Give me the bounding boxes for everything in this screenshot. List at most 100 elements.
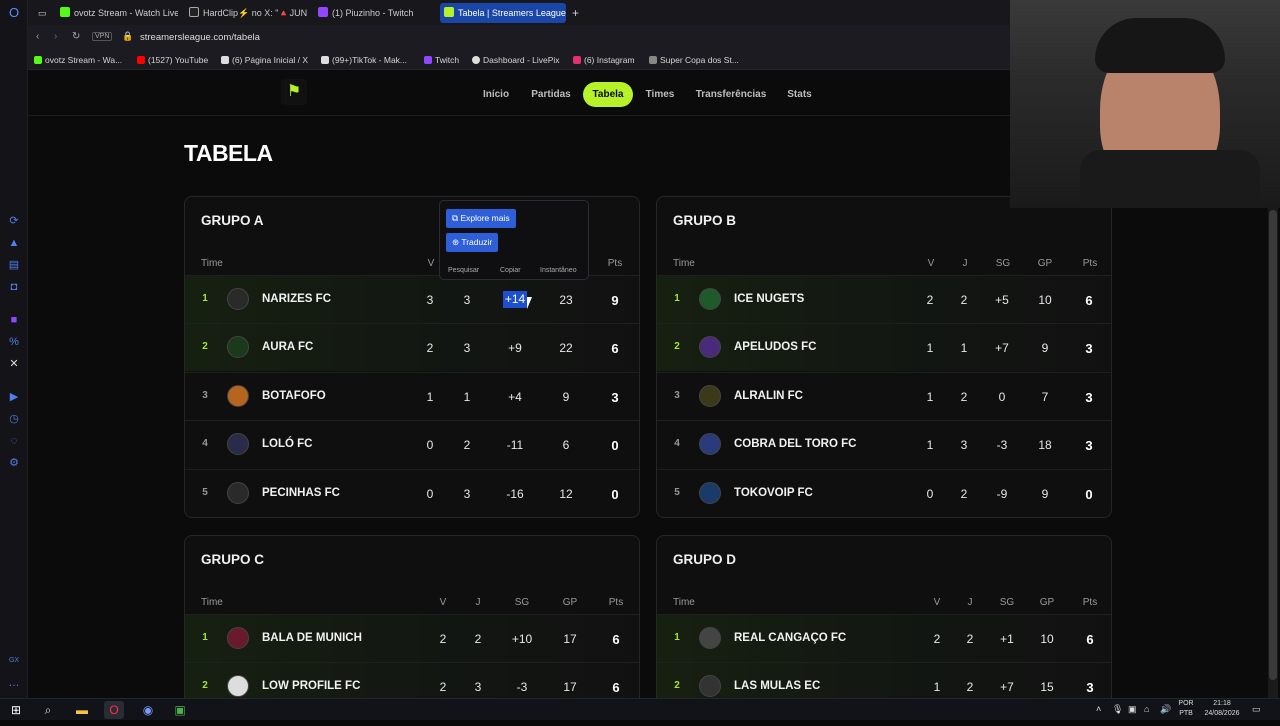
sync-icon[interactable]: ⟳ [7, 214, 21, 228]
vpn-badge[interactable]: VPN [92, 32, 113, 41]
table-row[interactable]: 2 AURA FC 2 3 +9 22 6 [185, 323, 639, 371]
bookmark-7[interactable]: Super Copa dos St... [649, 50, 739, 70]
nav-stats[interactable]: Stats [782, 82, 817, 107]
bookmark-2[interactable]: (6) Página Inicial / X [221, 50, 308, 70]
instagram-icon [573, 56, 581, 64]
col-v: V [439, 597, 447, 608]
bag-icon[interactable]: ▲ [7, 236, 21, 250]
header-divider [28, 115, 1010, 116]
twitch-icon[interactable]: ■ [7, 313, 21, 327]
clock[interactable]: 21:18 24/08/2026 [1200, 699, 1244, 721]
selection-popup: ⧉ Explore mais ⊛ Traduzir Pesquisar Copi… [439, 200, 589, 280]
row-pts: 6 [611, 341, 619, 356]
table-row[interactable]: 2 APELUDOS FC 1 1 +7 9 3 [657, 323, 1111, 371]
terminal-icon[interactable]: ▣ [170, 701, 190, 719]
row-pts: 3 [611, 390, 619, 405]
settings-icon[interactable]: ⚙ [7, 456, 21, 470]
row-pts: 3 [1085, 390, 1093, 405]
nav-transferencias[interactable]: Transferências [692, 82, 770, 107]
tab-3-active[interactable]: Tabela | Streamers League [440, 3, 566, 23]
shield-icon [649, 56, 657, 64]
table-row[interactable]: 5 TOKOVOIP FC 0 2 -9 9 0 [657, 469, 1111, 517]
x-logo-icon [221, 56, 229, 64]
nav-inicio[interactable]: Início [478, 82, 514, 107]
bookmark-3[interactable]: (99+)TikTok - Mak... [321, 50, 407, 70]
bookmark-5[interactable]: Dashboard - LivePix [472, 50, 560, 70]
table-row[interactable]: 1 BALA DE MUNICH 2 2 +10 17 6 [185, 614, 639, 662]
reload-icon[interactable]: ↻ [72, 31, 80, 42]
bookmark-0[interactable]: ovotz Stream - Wa... [34, 50, 122, 70]
table-row[interactable]: 2 LOW PROFILE FC 2 3 -3 17 6 [185, 662, 639, 698]
history-icon[interactable]: ◷ [7, 412, 21, 426]
table-row[interactable]: 5 PECINHAS FC 0 3 -16 12 0 [185, 469, 639, 517]
more-icon[interactable]: … [7, 676, 21, 690]
windows-start-icon[interactable]: ⊞ [6, 701, 26, 719]
clock-date: 24/08/2026 [1204, 710, 1240, 717]
file-explorer-icon[interactable]: ▬ [72, 701, 92, 719]
table-row[interactable]: 3 BOTAFOFO 1 1 +4 9 3 [185, 372, 639, 420]
explore-more-button[interactable]: ⧉ Explore mais [446, 209, 516, 228]
bookmark-1[interactable]: (1527) YouTube [137, 50, 208, 70]
bookmarks-bar: ovotz Stream - Wa... (1527) YouTube (6) … [28, 50, 1010, 70]
tab-0[interactable]: ovotz Stream - Watch Live [56, 3, 178, 23]
search-link[interactable]: Pesquisar [448, 267, 479, 274]
nav-partidas[interactable]: Partidas [526, 82, 576, 107]
team-logo-icon [699, 288, 721, 310]
copy-link[interactable]: Copiar [500, 267, 521, 274]
table-row[interactable]: 4 COBRA DEL TORO FC 1 3 -3 18 3 [657, 420, 1111, 468]
x-icon[interactable]: ✕ [7, 357, 21, 371]
percent-icon[interactable]: % [7, 335, 21, 349]
row-pos: 3 [202, 390, 208, 401]
discord-icon[interactable]: ◉ [138, 701, 158, 719]
bookmark-4[interactable]: Twitch [424, 50, 459, 70]
opera-sidebar: O ⟳ ▲ ▤ ◘ ■ % ✕ ▶ ◷ ◌ ⚙ GX … [0, 0, 28, 698]
row-v: 0 [426, 438, 434, 452]
table-row[interactable]: 2 LAS MULAS EC 1 2 +7 15 3 [657, 662, 1111, 698]
play-icon[interactable]: ▶ [7, 390, 21, 404]
nav-times[interactable]: Times [641, 82, 679, 107]
row-sg: -9 [996, 487, 1008, 501]
row-j: 3 [463, 341, 471, 355]
translate-button[interactable]: ⊛ Traduzir [446, 233, 499, 252]
row-team: REAL CANGAÇO FC [734, 632, 847, 644]
bookmark-6[interactable]: (6) Instagram [573, 50, 635, 70]
tab-bar: ▭ ovotz Stream - Watch Live HardClip⚡ no… [28, 0, 1010, 25]
language-indicator[interactable]: POR PTB [1176, 699, 1196, 721]
notification-icon[interactable]: ▭ [1252, 704, 1261, 726]
table-row[interactable]: 1 ICE NUGETS 2 2 +5 10 6 [657, 275, 1111, 323]
bookmark-label: Super Copa dos St... [660, 55, 739, 65]
table-row[interactable]: 1 NARIZES FC 3 3 +14 23 9 [185, 275, 639, 323]
tray-app-icon[interactable]: ▣ [1128, 704, 1137, 726]
tab-menu-icon[interactable]: ▭ [34, 3, 50, 23]
table-row[interactable]: 1 REAL CANGAÇO FC 2 2 +1 10 6 [657, 614, 1111, 662]
snapshot-link[interactable]: Instantâneo [540, 267, 577, 274]
back-icon[interactable]: ‹ [36, 31, 39, 42]
site-logo-icon[interactable]: ⚑ [281, 79, 307, 105]
opera-logo-icon[interactable]: O [7, 6, 21, 20]
news-icon[interactable]: ▤ [7, 258, 21, 272]
row-pos: 4 [674, 438, 680, 449]
network-icon[interactable]: ⌂ [1144, 704, 1149, 726]
tray-chevron-icon[interactable]: ˄ [1096, 704, 1101, 726]
volume-icon[interactable]: 🔊 [1160, 704, 1171, 726]
row-team: LOW PROFILE FC [262, 680, 361, 692]
row-gp: 9 [1041, 341, 1049, 355]
url-field[interactable]: streamersleague.com/tabela [140, 32, 260, 43]
row-sg-selected[interactable]: +14 [503, 291, 527, 308]
tab-1[interactable]: HardClip⚡ no X: "🔺JUN [185, 3, 309, 23]
table-row[interactable]: 4 LOLÓ FC 0 2 -11 6 0 [185, 420, 639, 468]
opera-gx-icon[interactable]: O [104, 701, 124, 719]
tab-2[interactable]: (1) Piuzinho - Twitch [314, 3, 434, 23]
forward-icon[interactable]: › [54, 31, 57, 42]
microphone-icon[interactable]: 🎙 [1112, 704, 1123, 726]
gx-icon[interactable]: GX [7, 654, 21, 668]
table-row[interactable]: 3 ALRALIN FC 1 2 0 7 3 [657, 372, 1111, 420]
nav-tabela[interactable]: Tabela [583, 82, 633, 107]
new-tab-button[interactable]: + [568, 3, 582, 23]
chat-icon[interactable]: ◌ [7, 434, 21, 448]
scrollbar-thumb[interactable] [1269, 210, 1277, 680]
search-icon[interactable]: ⌕ [38, 701, 58, 719]
col-pts: Pts [1082, 597, 1098, 608]
taskbar: ⊞ ⌕ ▬ O ◉ ▣ ˄ 🎙 ▣ ⌂ 🔊 POR PTB 21:18 24/08/… [0, 698, 1280, 720]
messenger-icon[interactable]: ◘ [7, 280, 21, 294]
